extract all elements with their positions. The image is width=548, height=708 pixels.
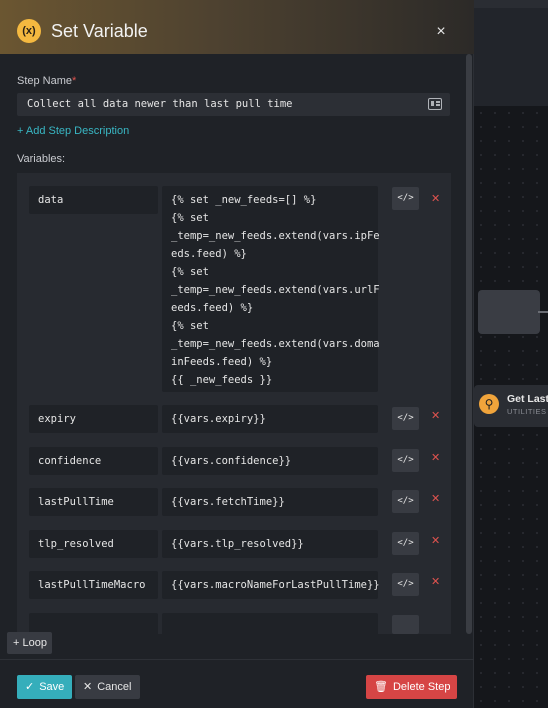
location-pin-icon: ⚲ xyxy=(479,394,499,414)
remove-variable-button[interactable]: ✕ xyxy=(431,575,440,588)
value-line: {% set xyxy=(171,266,209,278)
add-step-description-link[interactable]: + Add Step Description xyxy=(17,125,129,137)
check-icon: ✓ xyxy=(25,681,35,693)
node-subtitle: UTILITIES xyxy=(507,407,547,416)
variables-list: data {% set _new_feeds=[] %} {% set _tem… xyxy=(17,173,451,634)
variable-name-input[interactable]: data xyxy=(29,186,158,214)
set-variable-drawer: (x) Set Variable × Step Name* Collect al… xyxy=(0,0,474,708)
code-editor-button[interactable]: </> xyxy=(392,490,419,513)
variable-value-input[interactable]: {{vars.fetchTime}} xyxy=(162,488,378,516)
node-connector xyxy=(538,311,548,313)
value-line: {% set _new_feeds=[] %} xyxy=(171,194,317,206)
workflow-node[interactable] xyxy=(478,290,540,334)
drawer-header: (x) Set Variable × xyxy=(0,0,474,54)
drawer-scrollbar[interactable] xyxy=(466,54,472,634)
remove-variable-button[interactable]: ✕ xyxy=(431,492,440,505)
value-line: eds.feed) %} xyxy=(171,248,247,260)
variable-name-input[interactable]: confidence xyxy=(29,447,158,475)
remove-variable-button[interactable]: ✕ xyxy=(431,409,440,422)
scrollbar-thumb[interactable] xyxy=(466,54,472,634)
delete-label: Delete Step xyxy=(392,681,451,693)
canvas-top-bar xyxy=(474,0,548,8)
remove-variable-button[interactable]: ✕ xyxy=(431,534,440,547)
value-line: eeds.feed) %} xyxy=(171,302,254,314)
remove-variable-button[interactable]: ✕ xyxy=(431,451,440,464)
variable-value-input[interactable]: {{vars.confidence}} xyxy=(162,447,378,475)
remove-variable-button[interactable]: ✕ xyxy=(431,192,440,205)
variable-value-input[interactable]: {{vars.tlp_resolved}} xyxy=(162,530,378,558)
code-editor-button[interactable]: </> xyxy=(392,449,419,472)
variables-label: Variables: xyxy=(17,153,66,165)
variable-name-input[interactable]: tlp_resolved xyxy=(29,530,158,558)
step-name-input[interactable]: Collect all data newer than last pull ti… xyxy=(17,93,450,116)
variable-name-input[interactable]: expiry xyxy=(29,405,158,433)
footer-divider xyxy=(0,659,474,660)
value-line: {% set xyxy=(171,212,209,224)
code-editor-button[interactable]: </> xyxy=(392,187,419,210)
save-label: Save xyxy=(39,681,65,693)
value-line: {{ _new_feeds }} xyxy=(171,374,273,386)
variable-icon: (x) xyxy=(17,19,41,43)
variable-name-input[interactable] xyxy=(29,613,158,634)
drawer-title: Set Variable xyxy=(51,21,148,41)
variable-value-input[interactable]: {% set _new_feeds=[] %} {% set _temp=_ne… xyxy=(162,186,380,392)
close-button[interactable]: × xyxy=(433,24,449,40)
loop-button[interactable]: + Loop xyxy=(7,632,52,654)
delete-step-button[interactable]: 🗑︎ Delete Step xyxy=(366,675,457,699)
value-line: _temp=_new_feeds.extend(vars.urlF xyxy=(171,284,380,296)
required-mark: * xyxy=(72,75,77,87)
value-line: _temp=_new_feeds.extend(vars.ipFe xyxy=(171,230,380,242)
code-editor-button[interactable] xyxy=(392,615,419,634)
workflow-node-get-last[interactable]: ⚲ Get Last UTILITIES xyxy=(474,385,548,427)
value-line: inFeeds.feed) %} xyxy=(171,356,273,368)
cancel-label: Cancel xyxy=(97,681,132,693)
variable-value-input[interactable]: {{vars.expiry}} xyxy=(162,405,378,433)
trash-icon: 🗑︎ xyxy=(374,681,388,693)
variable-value-input[interactable] xyxy=(162,613,378,634)
code-editor-button[interactable]: </> xyxy=(392,573,419,596)
cancel-button[interactable]: ✕ Cancel xyxy=(75,675,140,699)
id-card-icon[interactable] xyxy=(428,98,442,110)
value-line: {% set xyxy=(171,320,209,332)
variable-value-input[interactable]: {{vars.macroNameForLastPullTime}} xyxy=(162,571,380,599)
save-button[interactable]: ✓ Save xyxy=(17,675,72,699)
close-icon: ✕ xyxy=(83,681,93,693)
variable-name-input[interactable]: lastPullTime xyxy=(29,488,158,516)
code-editor-button[interactable]: </> xyxy=(392,407,419,430)
node-title: Get Last xyxy=(507,393,548,405)
step-name-label: Step Name* xyxy=(17,75,77,87)
variable-name-input[interactable]: lastPullTimeMacro xyxy=(29,571,158,599)
code-editor-button[interactable]: </> xyxy=(392,532,419,555)
canvas-toolbar-area xyxy=(474,8,548,106)
value-line: _temp=_new_feeds.extend(vars.doma xyxy=(171,338,380,350)
